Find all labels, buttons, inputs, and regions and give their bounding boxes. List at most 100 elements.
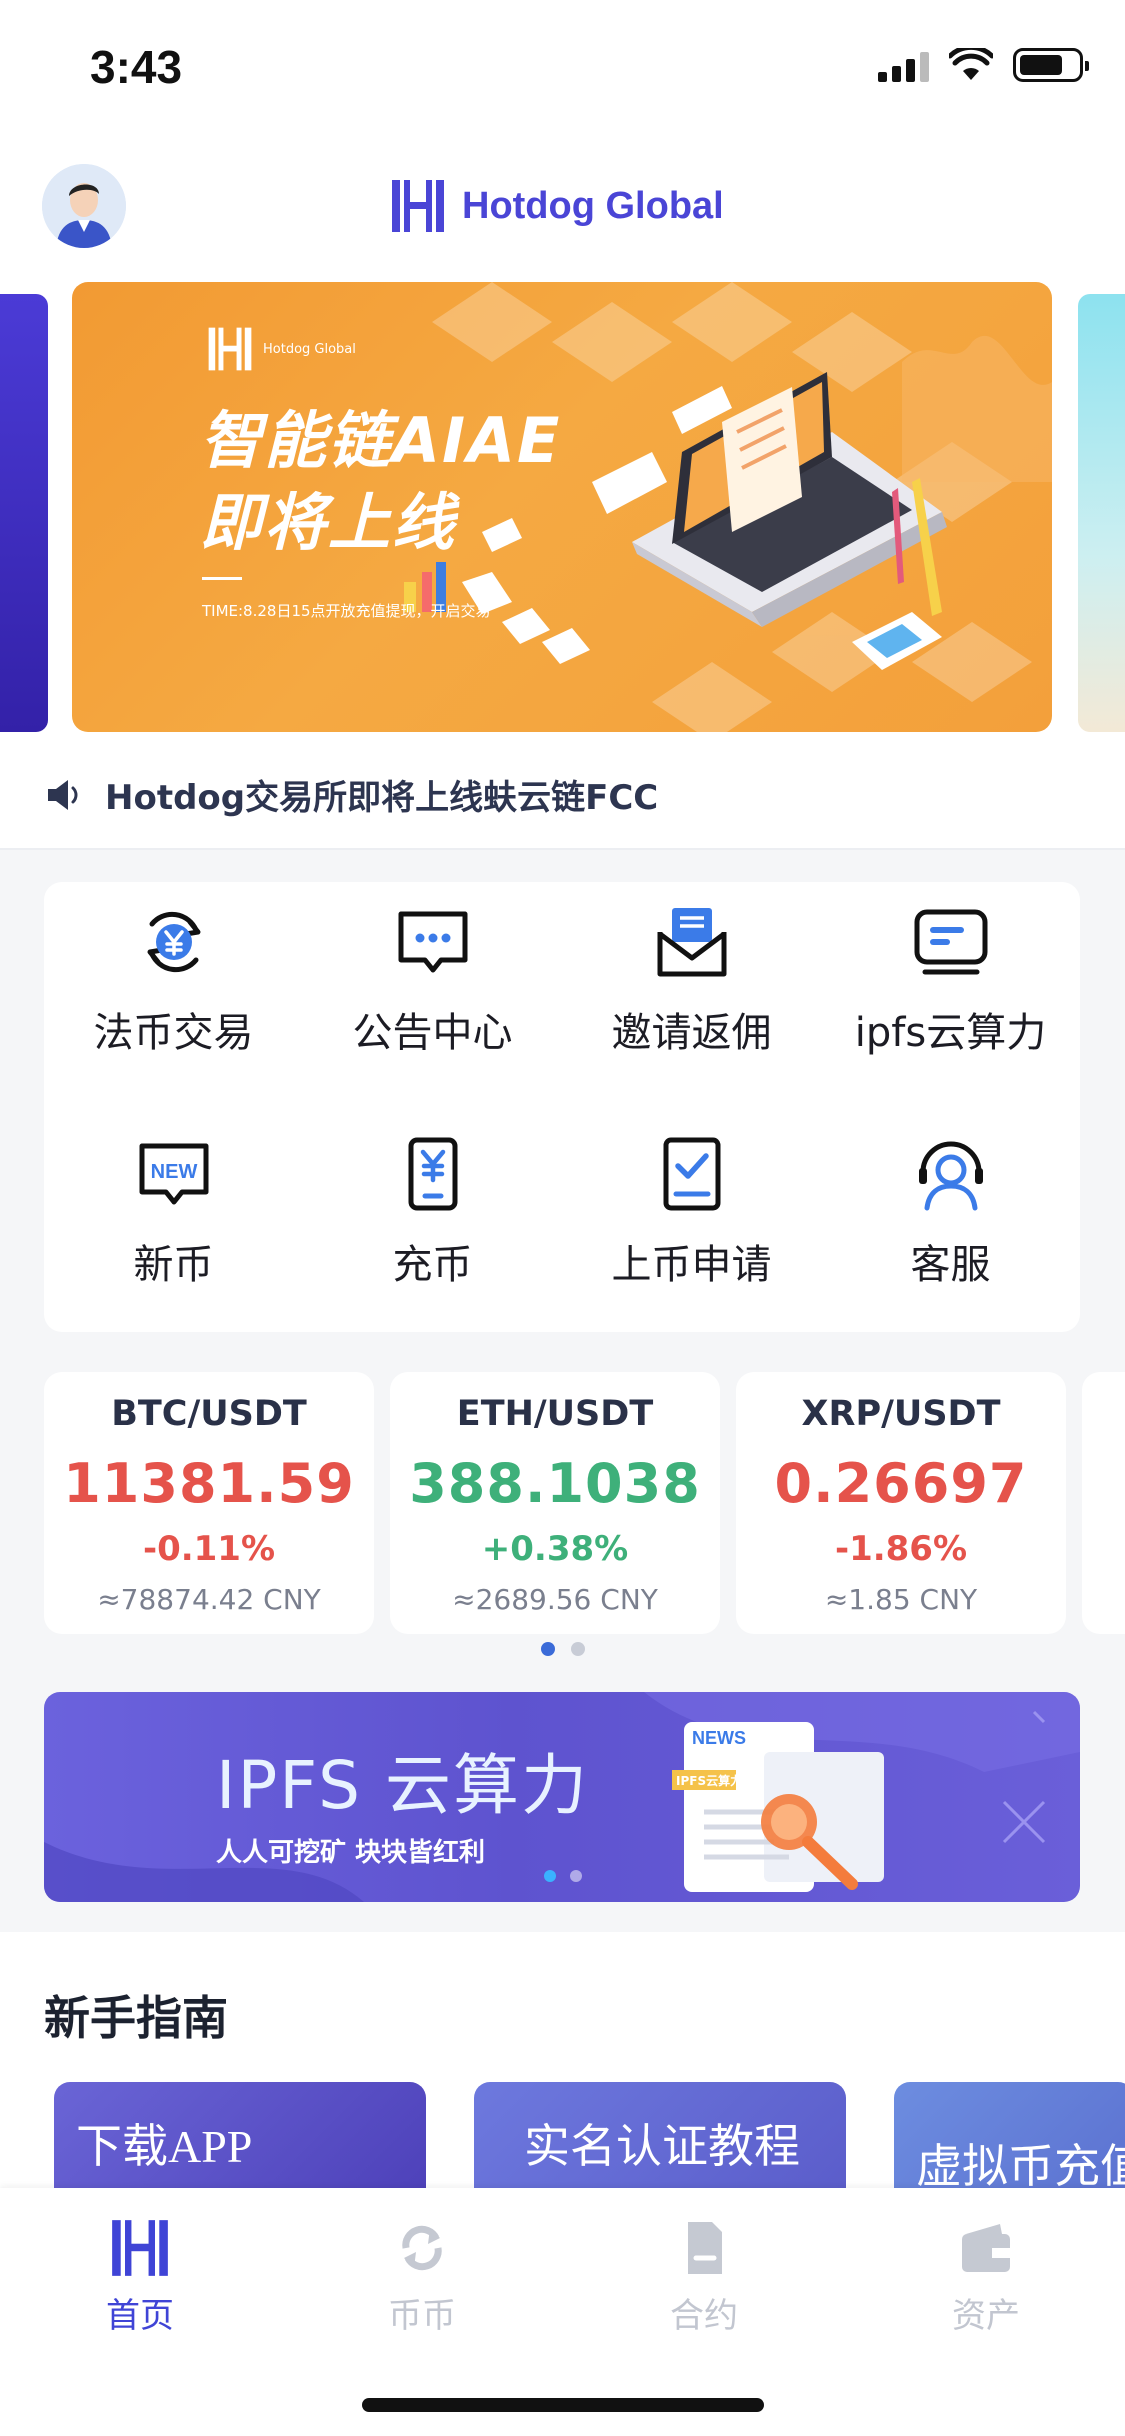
banner-title-line2: 即将上线 bbox=[200, 486, 457, 559]
checklist-icon bbox=[663, 1137, 721, 1211]
ticker-card-next-peek[interactable] bbox=[1082, 1372, 1125, 1634]
banner-slide-aiae[interactable]: Hotdog Global 智能链AIAE 即将上线 TIME:8.28日15点… bbox=[72, 282, 1052, 732]
ticker-cny: ≈1.85 CNY bbox=[824, 1583, 978, 1616]
ticker-pagination bbox=[0, 1642, 1125, 1656]
status-time: 3:43 bbox=[90, 41, 183, 93]
brand-logo: Hotdog Global bbox=[390, 178, 724, 234]
hotdog-logo-icon bbox=[392, 180, 444, 232]
ticker-card-btc[interactable]: BTC/USDT 11381.59 -0.11% ≈78874.42 CNY bbox=[44, 1372, 374, 1634]
ticker-price: 0.26697 bbox=[774, 1452, 1028, 1515]
banner-divider bbox=[202, 577, 242, 580]
banner-title-line1: 智能链AIAE bbox=[200, 404, 562, 477]
news-document-illustration: IPFS云算力 NEWS bbox=[672, 1722, 884, 1892]
app-header: Hotdog Global bbox=[0, 140, 1125, 280]
page-dot-active bbox=[540, 1642, 555, 1656]
wifi-icon bbox=[949, 48, 993, 80]
menu-item-listing-apply[interactable]: 上币申请 bbox=[562, 1114, 821, 1314]
ipfs-banner-title: IPFS 云算力 bbox=[216, 1747, 589, 1824]
ticker-card-eth[interactable]: ETH/USDT 388.1038 +0.38% ≈2689.56 CNY bbox=[390, 1372, 720, 1634]
battery-icon bbox=[1013, 48, 1089, 82]
ipfs-banner-pagination bbox=[544, 1870, 582, 1882]
ticker-price: 11381.59 bbox=[63, 1452, 355, 1515]
menu-label: ipfs云算力 bbox=[854, 1010, 1047, 1056]
ticker-change: -1.86% bbox=[834, 1529, 968, 1569]
tab-label: 合约 bbox=[670, 2296, 738, 2336]
menu-item-announcements[interactable]: 公告中心 bbox=[303, 882, 562, 1082]
status-icons bbox=[878, 48, 1089, 82]
menu-item-invite-rebate[interactable]: 邀请返佣 bbox=[562, 882, 821, 1082]
menu-item-fiat-trade[interactable]: 法币交易 bbox=[44, 882, 303, 1082]
tab-label: 首页 bbox=[106, 2296, 174, 2336]
banner-carousel[interactable]: Hotdog Global 智能链AIAE 即将上线 TIME:8.28日15点… bbox=[0, 280, 1125, 740]
message-icon bbox=[398, 911, 468, 973]
menu-label: 充币 bbox=[392, 1242, 473, 1288]
tab-spot[interactable]: 币币 bbox=[322, 2218, 522, 2337]
cellular-signal-icon bbox=[878, 48, 929, 82]
tab-assets[interactable]: 资产 bbox=[886, 2218, 1086, 2337]
home-logo-icon bbox=[112, 2220, 168, 2276]
swap-icon bbox=[402, 2225, 442, 2271]
tab-label: 币币 bbox=[388, 2296, 456, 2336]
ticker-change: -0.11% bbox=[142, 1529, 276, 1569]
page-dot bbox=[570, 1642, 585, 1656]
tab-home[interactable]: 首页 bbox=[40, 2218, 240, 2337]
contract-icon bbox=[688, 2222, 722, 2274]
ticker-cny: ≈2689.56 CNY bbox=[452, 1583, 658, 1616]
menu-label: 公告中心 bbox=[352, 1010, 513, 1056]
ticker-pair: XRP/USDT bbox=[801, 1394, 1001, 1434]
tab-contract[interactable]: 合约 bbox=[604, 2218, 804, 2337]
page-dot bbox=[570, 1870, 582, 1882]
speaker-icon bbox=[48, 780, 78, 810]
brand-name: Hotdog Global bbox=[462, 184, 724, 227]
svg-text:NEW: NEW bbox=[151, 1161, 198, 1183]
feature-menu: 法币交易 公告中心 邀请返佣 ipfs云算力 NEW 新币 充币 上币申请 客服 bbox=[44, 882, 1080, 1332]
home-indicator[interactable] bbox=[362, 2398, 764, 2412]
guide-card-label: 实名认证教程 bbox=[524, 2121, 800, 2172]
status-bar: 3:43 bbox=[0, 0, 1125, 140]
guide-card-label: 虚拟币充值 bbox=[916, 2141, 1125, 2192]
ipfs-news-tag: NEWS bbox=[692, 1728, 746, 1748]
phone-yuan-icon bbox=[408, 1137, 458, 1211]
banner-title: 智能链AIAE 即将上线 bbox=[200, 400, 561, 564]
menu-item-deposit[interactable]: 充币 bbox=[303, 1114, 562, 1314]
mail-icon bbox=[657, 908, 727, 977]
menu-item-ipfs[interactable]: ipfs云算力 bbox=[821, 882, 1080, 1082]
ticker-price: 388.1038 bbox=[409, 1452, 701, 1515]
avatar-person-icon bbox=[42, 164, 126, 248]
menu-item-support[interactable]: 客服 bbox=[821, 1114, 1080, 1314]
announcement-bar[interactable]: Hotdog交易所即将上线蚨云链FCC bbox=[0, 740, 1125, 850]
tab-label: 资产 bbox=[952, 2296, 1020, 2336]
menu-item-new-coins[interactable]: NEW 新币 bbox=[44, 1114, 303, 1314]
banner-logo: Hotdog Global bbox=[207, 326, 356, 372]
market-tickers[interactable]: BTC/USDT 11381.59 -0.11% ≈78874.42 CNY E… bbox=[0, 1372, 1125, 1662]
page-dot-active bbox=[544, 1870, 556, 1882]
ipfs-banner-subtitle: 人人可挖矿 块块皆红利 bbox=[216, 1838, 486, 1868]
ipfs-doc-tag: IPFS云算力 bbox=[676, 1773, 742, 1788]
app-screen: 3:43 Hotdog Global Hotdog Global 智能链AIAE… bbox=[0, 0, 1125, 2436]
menu-label: 新币 bbox=[133, 1242, 214, 1288]
ticker-pair: BTC/USDT bbox=[111, 1394, 307, 1434]
guide-card-label: 下载APP bbox=[76, 2121, 253, 2172]
menu-label: 邀请返佣 bbox=[611, 1010, 772, 1056]
monitor-icon bbox=[914, 909, 988, 975]
ticker-change: +0.38% bbox=[481, 1529, 629, 1569]
yuan-exchange-icon bbox=[147, 911, 201, 973]
ipfs-banner[interactable]: IPFS云算力 NEWS IPFS 云算力 人人可挖矿 块块皆红利 bbox=[44, 1692, 1080, 1902]
wallet-icon bbox=[962, 2224, 1010, 2272]
menu-label: 法币交易 bbox=[93, 1010, 254, 1056]
banner-logo-icon bbox=[208, 327, 252, 371]
user-avatar[interactable] bbox=[42, 164, 126, 248]
beginner-guide-section: 新手指南 下载APP 实名认证教程 虚拟币充值 bbox=[0, 1932, 1125, 2222]
menu-label: 客服 bbox=[910, 1242, 991, 1288]
banner-next-peek[interactable] bbox=[1078, 294, 1125, 732]
headset-icon bbox=[919, 1141, 983, 1211]
guide-title: 新手指南 bbox=[44, 1991, 228, 2045]
ticker-cny: ≈78874.42 CNY bbox=[97, 1583, 321, 1616]
menu-label: 上币申请 bbox=[611, 1242, 772, 1288]
banner-subtitle: TIME:8.28日15点开放充值提现，开启交易 bbox=[202, 602, 491, 620]
banner-prev-peek[interactable] bbox=[0, 294, 48, 732]
ticker-pair: ETH/USDT bbox=[456, 1394, 654, 1434]
ticker-card-xrp[interactable]: XRP/USDT 0.26697 -1.86% ≈1.85 CNY bbox=[736, 1372, 1066, 1634]
new-badge-icon: NEW bbox=[139, 1143, 209, 1205]
banner-logo-text: Hotdog Global bbox=[263, 341, 356, 357]
